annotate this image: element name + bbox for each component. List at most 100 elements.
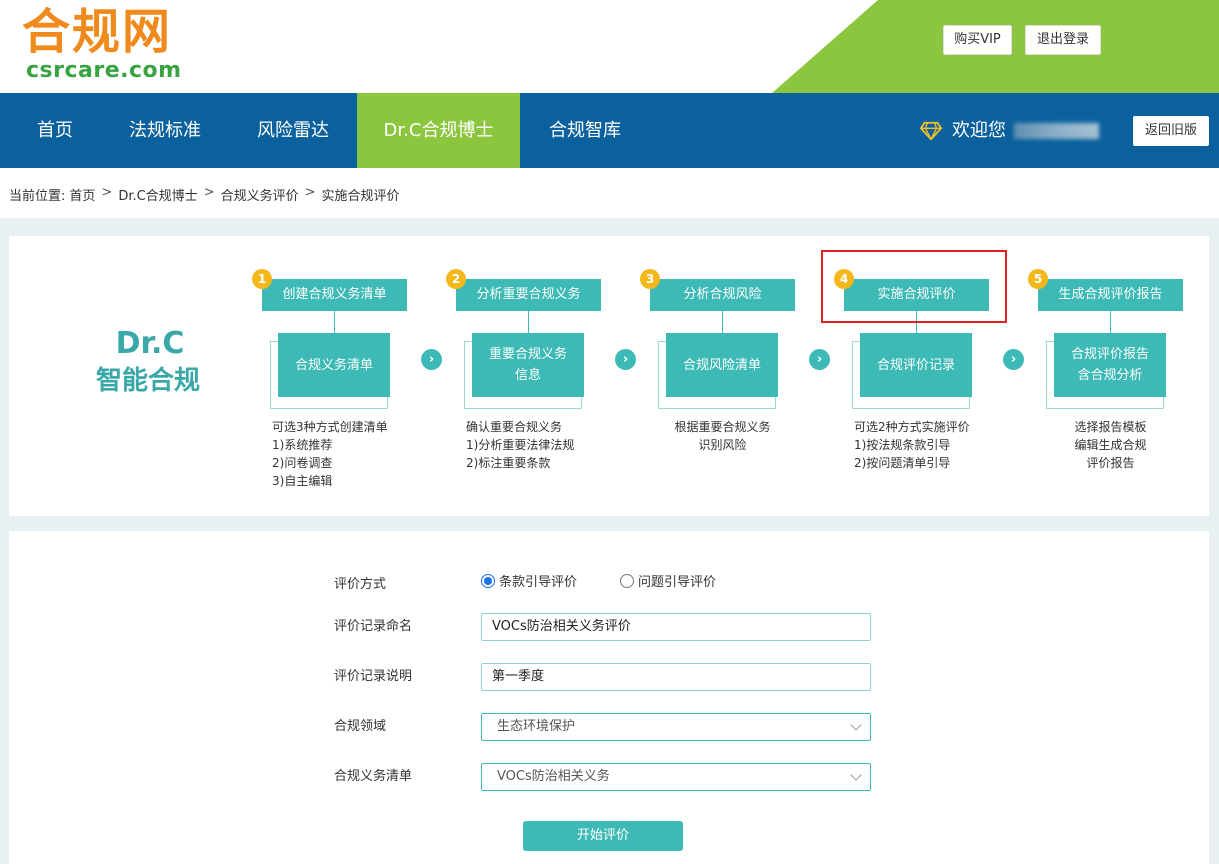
back-to-old-version-button[interactable]: 返回旧版: [1133, 116, 1209, 146]
step-document-icon: 合规风险清单: [658, 333, 788, 409]
record-name-label: 评价记录命名: [334, 619, 413, 634]
workflow-step-1[interactable]: 创建合规义务清单 1 合规义务清单 可选3种方式创建清单 1)系统推荐 2)问卷…: [252, 236, 452, 516]
main-nav: 首页 法规标准 风险雷达 Dr.C合规博士 合规智库 欢迎您 返回旧版: [0, 93, 1219, 168]
step-description: 可选3种方式创建清单 1)系统推荐 2)问卷调查 3)自主编辑: [272, 418, 388, 490]
step-connector: [722, 311, 723, 333]
brand-title: Dr.C: [115, 326, 185, 361]
desc-line: 2)标注重要条款: [466, 456, 551, 470]
desc-line: 1)分析重要法律法规: [466, 438, 575, 452]
obligation-list-label: 合规义务清单: [334, 769, 413, 784]
nav-item-think-tank[interactable]: 合规智库: [532, 93, 638, 168]
chevron-down-icon: [850, 769, 862, 781]
step-document-label: 合规评价报告含合规分析: [1054, 333, 1166, 397]
workflow-steps-panel: Dr.C 智能合规 创建合规义务清单 1 合规义务清单 可选3种方式创建清单 1…: [9, 236, 1209, 516]
logo-domain[interactable]: csrcare.com: [26, 58, 182, 84]
nav-item-home[interactable]: 首页: [18, 93, 92, 168]
next-arrow-icon: ›: [1003, 349, 1024, 370]
step-title[interactable]: 生成合规评价报告: [1038, 279, 1183, 311]
desc-line: 1)系统推荐: [272, 438, 333, 452]
start-evaluation-button[interactable]: 开始评价: [523, 821, 683, 851]
next-arrow-icon: ›: [809, 349, 830, 370]
workflow-step-5[interactable]: 生成合规评价报告 5 合规评价报告含合规分析 选择报告模板 编辑生成合规 评价报…: [1028, 236, 1219, 516]
chevron-down-icon: [850, 719, 862, 731]
step-title[interactable]: 分析合规风险: [650, 279, 795, 311]
step-document-label: 重要合规义务信息: [472, 333, 584, 397]
desc-line: 根据重要合规义务: [674, 420, 771, 434]
welcome-user[interactable]: 欢迎您: [920, 93, 1099, 168]
obligation-list-select[interactable]: VOCs防治相关义务: [481, 763, 871, 791]
desc-line: 1)按法规条款引导: [854, 438, 951, 452]
step-connector: [1110, 311, 1111, 333]
buy-vip-button[interactable]: 购买VIP: [943, 25, 1012, 55]
next-arrow-icon: ›: [615, 349, 636, 370]
desc-line: 可选2种方式实施评价: [854, 420, 970, 434]
breadcrumb-separator: >: [101, 185, 113, 200]
step-document-label: 合规义务清单: [278, 333, 390, 397]
step-description: 可选2种方式实施评价 1)按法规条款引导 2)按问题清单引导: [854, 418, 970, 472]
step-number-badge: 2: [446, 269, 466, 289]
blurred-username: [1014, 122, 1099, 139]
logo-chinese[interactable]: 合规网: [22, 4, 172, 60]
radio-label: 条款引导评价: [499, 575, 578, 590]
breadcrumb-drc[interactable]: Dr.C合规博士: [118, 185, 197, 204]
radio-selected-icon[interactable]: [481, 573, 495, 588]
evaluation-form: 评价方式 条款引导评价 问题引导评价 评价记录命名 VOCs防治相关义务评价 评…: [9, 531, 1209, 864]
breadcrumb-bar: 当前位置: 首页 > Dr.C合规博士 > 合规义务评价 > 实施合规评价: [0, 168, 1219, 218]
breadcrumb-current: 实施合规评价: [321, 189, 400, 204]
radio-clause-guided[interactable]: 条款引导评价: [481, 571, 577, 590]
step-description: 选择报告模板 编辑生成合规 评价报告: [1038, 418, 1183, 472]
step-connector: [334, 311, 335, 333]
next-arrow-icon: ›: [421, 349, 442, 370]
desc-line: 可选3种方式创建清单: [272, 420, 388, 434]
method-label: 评价方式: [334, 577, 387, 592]
domain-label: 合规领域: [334, 719, 387, 734]
breadcrumb-obligation-eval[interactable]: 合规义务评价: [221, 185, 299, 204]
breadcrumb-prefix: 当前位置:: [9, 189, 66, 204]
diamond-vip-icon: [920, 121, 942, 140]
obligation-list-selected-value: VOCs防治相关义务: [497, 769, 610, 784]
workflow-step-2[interactable]: 分析重要合规义务 2 重要合规义务信息 确认重要合规义务 1)分析重要法律法规 …: [446, 236, 646, 516]
site-header: 合规网 csrcare.com 购买VIP 退出登录: [0, 0, 1219, 93]
step-document-label: 合规评价记录: [860, 333, 972, 397]
desc-line: 选择报告模板: [1074, 420, 1147, 434]
welcome-text: 欢迎您: [952, 120, 1006, 141]
desc-line: 确认重要合规义务: [466, 420, 563, 434]
brand-subtitle: 智能合规: [95, 366, 200, 396]
step-description: 确认重要合规义务 1)分析重要法律法规 2)标注重要条款: [466, 418, 574, 472]
breadcrumb-home[interactable]: 首页: [69, 185, 95, 204]
breadcrumb: 当前位置: 首页 > Dr.C合规博士 > 合规义务评价 > 实施合规评价: [9, 185, 400, 204]
radio-label: 问题引导评价: [638, 575, 717, 590]
logout-button[interactable]: 退出登录: [1025, 25, 1101, 55]
step-number-badge: 3: [640, 269, 660, 289]
step-description: 根据重要合规义务 识别风险: [650, 418, 795, 454]
radio-unselected-icon[interactable]: [620, 573, 634, 588]
domain-select[interactable]: 生态环境保护: [481, 713, 871, 741]
desc-line: 3)自主编辑: [272, 474, 333, 488]
record-desc-label: 评价记录说明: [334, 669, 413, 684]
desc-line: 编辑生成合规: [1074, 438, 1147, 452]
workflow-step-3[interactable]: 分析合规风险 3 合规风险清单 根据重要合规义务 识别风险: [640, 236, 840, 516]
desc-line: 评价报告: [1086, 456, 1135, 470]
step-connector: [528, 311, 529, 333]
step-number-badge: 5: [1028, 269, 1048, 289]
desc-line: 识别风险: [698, 438, 747, 452]
radio-question-guided[interactable]: 问题引导评价: [620, 571, 716, 590]
desc-line: 2)按问题清单引导: [854, 456, 951, 470]
step-document-label: 合规风险清单: [666, 333, 778, 397]
step-document-icon: 合规义务清单: [270, 333, 400, 409]
nav-item-regulations[interactable]: 法规标准: [112, 93, 218, 168]
domain-selected-value: 生态环境保护: [497, 719, 576, 734]
nav-item-risk-radar[interactable]: 风险雷达: [240, 93, 346, 168]
step-document-icon: 重要合规义务信息: [464, 333, 594, 409]
step-number-badge: 1: [252, 269, 272, 289]
record-desc-input[interactable]: 第一季度: [481, 663, 871, 691]
step-document-icon: 合规评价报告含合规分析: [1046, 333, 1176, 409]
breadcrumb-separator: >: [203, 185, 215, 200]
desc-line: 2)问卷调查: [272, 456, 333, 470]
record-name-input[interactable]: VOCs防治相关义务评价: [481, 613, 871, 641]
step-title[interactable]: 分析重要合规义务: [456, 279, 601, 311]
step-title[interactable]: 创建合规义务清单: [262, 279, 407, 311]
breadcrumb-separator: >: [304, 185, 316, 200]
nav-item-drc[interactable]: Dr.C合规博士: [357, 93, 520, 168]
current-step-highlight: [821, 250, 1007, 323]
